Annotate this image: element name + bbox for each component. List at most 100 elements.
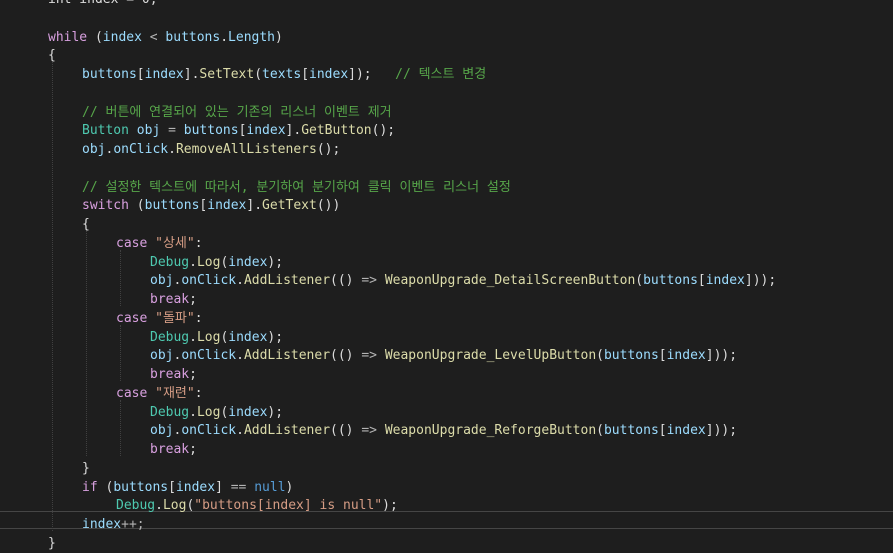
code-line[interactable]: int index = 0;: [48, 0, 158, 10]
code-line[interactable]: // 설정한 텍스트에 따라서, 분기하여 분기하여 클릭 이벤트 리스너 설정: [82, 179, 511, 198]
code-token: "재련": [155, 385, 195, 401]
code-line[interactable]: Debug.Log("buttons[index] is null");: [116, 497, 398, 516]
code-token: // 버튼에 연결되어 있는 기존의 리스너 이벤트 제거: [82, 104, 392, 120]
code-token: onClick: [181, 348, 237, 364]
code-token: WeaponUpgrade_ReforgeButton: [384, 423, 597, 439]
code-token: ): [285, 479, 294, 495]
code-token: ++;: [121, 517, 145, 532]
code-token: break: [150, 367, 190, 382]
code-line[interactable]: case "재련":: [116, 385, 203, 404]
code-line[interactable]: obj.onClick.AddListener(() => WeaponUpgr…: [150, 272, 776, 291]
code-token: (: [254, 67, 263, 82]
code-line[interactable]: break;: [150, 291, 197, 310]
code-line[interactable]: Debug.Log(index);: [150, 254, 283, 273]
code-token: null: [254, 479, 286, 495]
code-token: obj: [150, 273, 174, 289]
indent-guide: [120, 325, 121, 381]
code-token: [: [697, 273, 706, 289]
code-token: "buttons[index] is null": [194, 498, 383, 514]
code-token: buttons: [113, 479, 169, 495]
code-token: :: [194, 235, 203, 251]
code-line[interactable]: Button obj = buttons[index].GetButton();: [82, 122, 395, 141]
code-line[interactable]: break;: [150, 441, 197, 460]
code-line[interactable]: buttons[index].SetText(texts[index]); //…: [82, 66, 486, 85]
code-line[interactable]: }: [48, 535, 56, 553]
code-token: index: [102, 29, 142, 45]
code-line[interactable]: {: [48, 47, 56, 66]
code-token: [: [136, 67, 145, 82]
code-token: buttons: [183, 123, 239, 139]
code-token: ;: [189, 442, 197, 457]
code-token: AddListener: [243, 273, 331, 289]
code-token: index: [228, 404, 268, 420]
code-token: (: [596, 348, 604, 364]
code-token: .: [155, 498, 163, 514]
code-token: if: [82, 479, 98, 495]
code-token: ]));: [705, 423, 738, 439]
code-token: case: [116, 235, 148, 251]
code-token: Debug: [150, 404, 190, 420]
code-token: );: [267, 329, 284, 345]
code-token: obj: [150, 348, 174, 364]
code-token: [: [658, 348, 667, 364]
code-token: GetButton: [301, 123, 372, 139]
code-token: // 텍스트 변경: [371, 67, 487, 82]
code-token: "상세": [155, 235, 195, 251]
code-line[interactable]: obj.onClick.AddListener(() => WeaponUpgr…: [150, 422, 737, 441]
code-line[interactable]: obj.onClick.RemoveAllListeners();: [82, 141, 340, 160]
indent-guide: [86, 230, 87, 456]
code-token: :: [194, 310, 203, 326]
code-line[interactable]: // 버튼에 연결되어 있는 기존의 리스너 이벤트 제거: [82, 104, 392, 123]
code-token: (: [128, 198, 145, 214]
code-token: ();: [316, 142, 341, 157]
code-token: [: [301, 67, 310, 82]
code-token: break: [150, 442, 190, 457]
code-token: AddListener: [243, 348, 331, 364]
code-token: Log: [196, 404, 221, 420]
code-token: switch: [82, 198, 129, 214]
code-token: ();: [371, 123, 396, 139]
code-line[interactable]: if (buttons[index] == null): [82, 479, 293, 498]
code-token: {: [82, 217, 90, 232]
code-token: onClick: [181, 273, 237, 289]
code-token: <: [141, 29, 166, 45]
code-line[interactable]: case "상세":: [116, 235, 203, 254]
code-token: obj: [150, 423, 174, 439]
code-token: Debug: [150, 329, 190, 345]
code-token: WeaponUpgrade_DetailScreenButton: [384, 273, 636, 289]
code-line[interactable]: {: [82, 216, 90, 235]
code-token: (: [97, 479, 114, 495]
code-token: .: [236, 273, 244, 289]
code-token: ()): [316, 198, 341, 214]
code-token: index: [666, 348, 706, 364]
code-token: buttons: [603, 348, 659, 364]
code-token: }: [82, 460, 90, 476]
code-token: int index = 0;: [48, 0, 158, 7]
code-token: .: [236, 348, 244, 364]
code-token: index: [207, 198, 247, 214]
code-line[interactable]: Debug.Log(index);: [150, 404, 283, 423]
code-token: Log: [196, 254, 221, 270]
code-token: ;: [189, 367, 197, 382]
code-token: ]: [215, 479, 231, 495]
code-line[interactable]: case "돌파":: [116, 310, 203, 329]
code-token: buttons: [603, 423, 659, 439]
code-token: ): [275, 29, 283, 45]
code-token: while: [48, 29, 88, 45]
code-line[interactable]: while (index < buttons.Length): [48, 29, 283, 48]
code-editor[interactable]: int index = 0;while (index < buttons.Len…: [0, 0, 893, 553]
code-token: ;: [189, 292, 197, 307]
code-line[interactable]: break;: [150, 366, 197, 385]
code-token: onClick: [181, 423, 237, 439]
indent-guide: [52, 62, 53, 531]
code-line[interactable]: Debug.Log(index);: [150, 329, 283, 348]
code-line[interactable]: obj.onClick.AddListener(() => WeaponUpgr…: [150, 347, 737, 366]
code-line[interactable]: switch (buttons[index].GetText()): [82, 197, 340, 216]
code-token: =>: [361, 423, 377, 439]
code-token: Length: [228, 29, 276, 45]
code-token: Button: [82, 123, 129, 139]
code-line[interactable]: }: [82, 460, 90, 479]
code-token: index: [246, 123, 286, 139]
code-line[interactable]: index++;: [82, 516, 145, 535]
code-token: (: [596, 423, 604, 439]
